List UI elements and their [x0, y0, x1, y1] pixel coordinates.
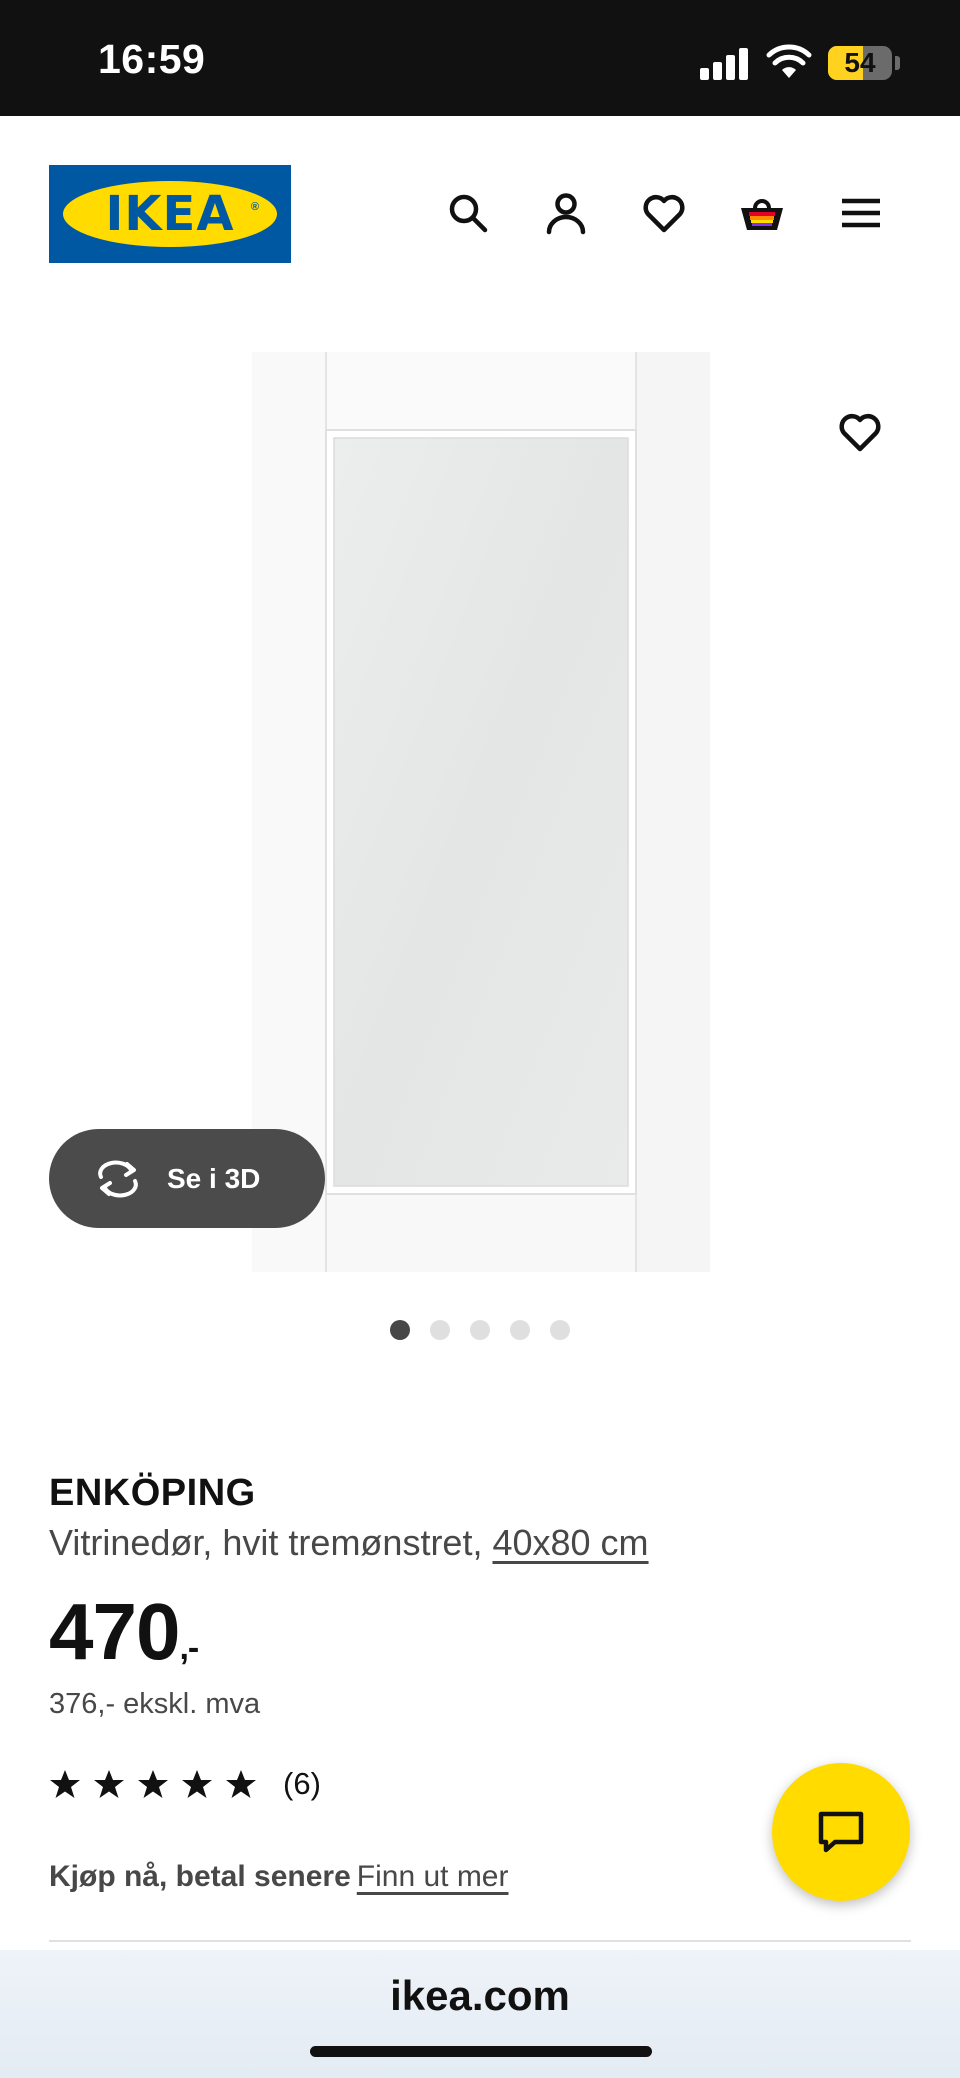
cellular-signal-icon [700, 46, 750, 80]
logo-oval: IKEA ® [63, 181, 277, 247]
wifi-icon [766, 44, 812, 78]
menu-button[interactable] [833, 185, 889, 241]
menu-icon [842, 198, 880, 228]
price-excluding-vat: 376,- ekskl. mva [49, 1688, 261, 1720]
ikea-logo[interactable]: IKEA ® [49, 165, 291, 263]
carousel-dot[interactable] [390, 1320, 410, 1340]
browser-url[interactable]: ikea.com [0, 1972, 960, 2020]
battery-nub [895, 56, 900, 70]
rotate-3d-icon [98, 1160, 138, 1197]
bnpl-learn-more-link[interactable]: Finn ut mer [357, 1860, 509, 1893]
bnpl-label: Kjøp nå, betal senere [49, 1860, 351, 1893]
account-icon [546, 193, 586, 235]
carousel-dot[interactable] [510, 1320, 530, 1340]
shopping-basket-button[interactable] [734, 185, 790, 241]
heart-icon [839, 413, 881, 452]
carousel-dot[interactable] [430, 1320, 450, 1340]
product-size-link[interactable]: 40x80 cm [492, 1522, 648, 1563]
basket-icon [741, 199, 783, 230]
view-in-3d-label: Se i 3D [167, 1162, 261, 1194]
product-price: 470,- [49, 1586, 199, 1678]
browser-address-bar[interactable]: ikea.com [0, 1950, 960, 2078]
logo-registered-mark: ® [250, 201, 259, 213]
section-divider [49, 1940, 911, 1942]
chat-button[interactable] [772, 1763, 910, 1901]
price-value: 470 [49, 1587, 180, 1676]
product-type: Vitrinedør, hvit tremønstret, [49, 1522, 493, 1563]
status-bar: 16:59 54 [0, 0, 960, 116]
battery-icon: 54 [828, 46, 892, 80]
chat-bubble-icon [818, 1811, 864, 1853]
star-icon [50, 1770, 80, 1798]
buy-now-pay-later: Kjøp nå, betal senere Finn ut mer [49, 1860, 508, 1894]
star-icon [226, 1770, 256, 1798]
home-indicator[interactable] [310, 2046, 652, 2057]
product-name: ENKÖPING [49, 1472, 256, 1514]
search-icon [449, 194, 488, 233]
heart-icon [643, 194, 685, 233]
favourites-button[interactable] [636, 185, 692, 241]
search-button[interactable] [440, 185, 496, 241]
star-icon [94, 1770, 124, 1798]
price-suffix: ,- [179, 1629, 199, 1667]
star-icon [182, 1770, 212, 1798]
review-count: (6) [283, 1766, 321, 1801]
image-carousel-dots [390, 1320, 590, 1340]
battery-level: 54 [844, 47, 876, 78]
carousel-dot[interactable] [550, 1320, 570, 1340]
logo-text: IKEA [105, 186, 235, 242]
status-time: 16:59 [98, 36, 206, 82]
account-button[interactable] [538, 185, 594, 241]
view-in-3d-button[interactable]: Se i 3D [49, 1129, 325, 1228]
carousel-dot[interactable] [470, 1320, 490, 1340]
product-rating[interactable]: (6) [49, 1766, 321, 1802]
add-to-favourites-button[interactable] [832, 404, 888, 460]
product-image-cabinet-door[interactable] [252, 352, 710, 1272]
star-icon [138, 1770, 168, 1798]
product-description: Vitrinedør, hvit tremønstret, 40x80 cm [49, 1522, 649, 1564]
